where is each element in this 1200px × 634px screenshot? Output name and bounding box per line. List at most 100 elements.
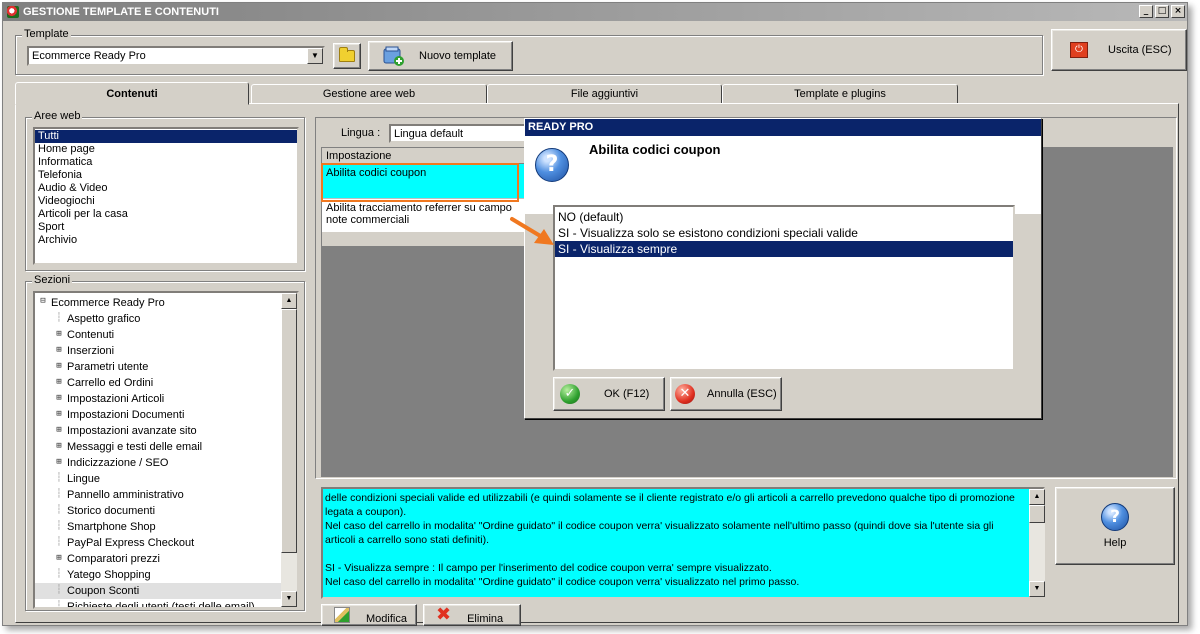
grid-row-tracciamento-referrer[interactable]: Abilita tracciamento referrer su campo n… bbox=[322, 198, 524, 232]
tree-item[interactable]: ⊞ Contenuti bbox=[35, 327, 283, 343]
expand-icon[interactable]: ⊞ bbox=[55, 410, 63, 419]
tree-item[interactable]: ┆ Lingue bbox=[35, 471, 283, 487]
tree-item[interactable]: ⊞ Carrello ed Ordini bbox=[35, 375, 283, 391]
sezioni-tree[interactable]: ⊟ Ecommerce Ready Pro ┆ Aspetto grafico ⊞ C… bbox=[33, 291, 299, 609]
tree-item[interactable]: ⊞ Comparatori prezzi bbox=[35, 551, 283, 567]
tree-item[interactable]: ⊞ Impostazioni Articoli bbox=[35, 391, 283, 407]
aree-web-item[interactable]: Home page bbox=[35, 143, 297, 156]
pencil-icon bbox=[334, 607, 350, 623]
sezioni-scrollbar[interactable]: ▲ ▼ bbox=[281, 293, 297, 607]
aree-web-list[interactable]: Tutti Home page Informatica Telefonia Audio … bbox=[33, 127, 299, 265]
window-title: GESTIONE TEMPLATE E CONTENUTI bbox=[23, 6, 219, 18]
tree-item-label: PayPal Express Checkout bbox=[67, 537, 195, 549]
tree-item[interactable]: ⊞ Parametri utente bbox=[35, 359, 283, 375]
tree-line-icon: ┆ bbox=[56, 585, 62, 595]
aree-web-item[interactable]: Sport bbox=[35, 221, 297, 234]
help-button[interactable]: ? Help bbox=[1055, 487, 1175, 565]
tab-gestione-aree-web[interactable]: Gestione aree web bbox=[251, 84, 487, 104]
tree-item[interactable]: ⊞ Messaggi e testi delle email bbox=[35, 439, 283, 455]
tree-item[interactable]: ⊞ Impostazioni avanzate sito bbox=[35, 423, 283, 439]
lingua-select[interactable]: Lingua default bbox=[389, 124, 529, 143]
power-icon: ⏻ bbox=[1070, 42, 1088, 58]
lingua-label: Lingua : bbox=[341, 127, 381, 139]
dialog-option[interactable]: NO (default) bbox=[555, 209, 1013, 225]
template-select[interactable]: Ecommerce Ready Pro ▼ bbox=[27, 46, 325, 66]
aree-web-item[interactable]: Audio & Video bbox=[35, 182, 297, 195]
tab-template-e-plugins[interactable]: Template e plugins bbox=[722, 84, 958, 104]
tree-item[interactable]: ┆ Coupon Sconti bbox=[35, 583, 283, 599]
tab-contenuti[interactable]: Contenuti bbox=[15, 82, 249, 105]
expand-icon[interactable]: ⊞ bbox=[55, 442, 63, 451]
expand-icon[interactable]: ⊞ bbox=[55, 426, 63, 435]
tree-root[interactable]: ⊟ Ecommerce Ready Pro bbox=[35, 295, 283, 311]
tree-item-label: Lingue bbox=[67, 473, 101, 485]
question-icon: ? bbox=[535, 148, 569, 182]
tree-item[interactable]: ⊞ Inserzioni bbox=[35, 343, 283, 359]
scroll-up-arrow-icon[interactable]: ▲ bbox=[281, 293, 297, 309]
aree-web-item[interactable]: Telefonia bbox=[35, 169, 297, 182]
aree-web-item[interactable]: Articoli per la casa bbox=[35, 208, 297, 221]
cancel-label: Annulla (ESC) bbox=[707, 388, 777, 400]
tree-item[interactable]: ┆ Storico documenti bbox=[35, 503, 283, 519]
tree-item[interactable]: ┆ Smartphone Shop bbox=[35, 519, 283, 535]
new-template-button[interactable]: Nuovo template bbox=[368, 41, 513, 71]
expand-icon[interactable]: ⊞ bbox=[55, 330, 63, 339]
folder-icon bbox=[339, 47, 355, 62]
dialog-option[interactable]: SI - Visualizza sempre bbox=[555, 241, 1013, 257]
tree-line-icon: ┆ bbox=[56, 569, 62, 579]
tree-line-icon: ┆ bbox=[56, 505, 62, 515]
aree-web-item[interactable]: Videogiochi bbox=[35, 195, 297, 208]
expand-icon[interactable]: ⊞ bbox=[55, 458, 63, 467]
scroll-thumb[interactable] bbox=[281, 309, 297, 553]
exit-button[interactable]: ⏻ Uscita (ESC) bbox=[1051, 29, 1187, 71]
description-line: delle condizioni speciali valide ed util… bbox=[325, 492, 1015, 518]
coupon-dialog: READY PRO ? Abilita codici coupon NO (de… bbox=[524, 118, 1042, 419]
collapse-icon[interactable]: ⊟ bbox=[39, 297, 47, 306]
aree-web-item[interactable]: Informatica bbox=[35, 156, 297, 169]
expand-icon[interactable]: ⊞ bbox=[55, 378, 63, 387]
tree-item-label: Messaggi e testi delle email bbox=[67, 441, 203, 453]
open-folder-button[interactable] bbox=[333, 43, 361, 69]
chevron-down-icon[interactable]: ▼ bbox=[307, 48, 323, 64]
tree-item[interactable]: ┆ Yatego Shopping bbox=[35, 567, 283, 583]
tree-item[interactable]: ┆ Richieste degli utenti (testi delle ema… bbox=[35, 599, 283, 609]
ok-button[interactable]: ✓ OK (F12) bbox=[553, 377, 665, 411]
tree-item[interactable]: ⊞ Impostazioni Documenti bbox=[35, 407, 283, 423]
expand-icon[interactable]: ⊞ bbox=[55, 554, 63, 563]
desc-scroll-thumb[interactable] bbox=[1029, 505, 1045, 523]
tab-strip: Contenuti Gestione aree web File aggiunt… bbox=[15, 82, 1175, 105]
tree-item[interactable]: ⊞ Indicizzazione / SEO bbox=[35, 455, 283, 471]
expand-icon[interactable]: ⊞ bbox=[55, 362, 63, 371]
tab-file-aggiuntivi[interactable]: File aggiuntivi bbox=[487, 84, 722, 104]
desc-scroll-down-icon[interactable]: ▼ bbox=[1029, 581, 1045, 597]
tree-item[interactable]: ┆ Aspetto grafico bbox=[35, 311, 283, 327]
dialog-title: READY PRO bbox=[525, 119, 1041, 136]
tree-item-label: Richieste degli utenti (testi delle emai… bbox=[67, 601, 255, 609]
tree-item-label: Carrello ed Ordini bbox=[67, 377, 154, 389]
tree-line-icon: ┆ bbox=[56, 473, 62, 483]
expand-icon[interactable]: ⊞ bbox=[55, 346, 63, 355]
scroll-down-arrow-icon[interactable]: ▼ bbox=[281, 591, 297, 607]
dialog-options-list[interactable]: NO (default) SI - Visualizza solo se esis… bbox=[553, 205, 1015, 371]
aree-web-item[interactable]: Archivio bbox=[35, 234, 297, 247]
desc-scroll-up-icon[interactable]: ▲ bbox=[1029, 489, 1045, 505]
expand-icon[interactable]: ⊞ bbox=[55, 394, 63, 403]
close-button[interactable]: × bbox=[1171, 5, 1185, 18]
maximize-button[interactable]: □ bbox=[1155, 5, 1169, 18]
modify-button[interactable]: Modifica bbox=[321, 604, 417, 626]
aree-web-item[interactable]: Tutti bbox=[35, 130, 297, 143]
grid-header: Impostazione bbox=[322, 148, 524, 164]
description-scrollbar[interactable]: ▲ ▼ bbox=[1029, 489, 1045, 597]
template-group-label: Template bbox=[22, 28, 71, 40]
minimize-button[interactable]: _ bbox=[1139, 5, 1153, 18]
delete-button[interactable]: ✖ Elimina bbox=[423, 604, 521, 626]
tree-item[interactable]: ┆ Pannello amministrativo bbox=[35, 487, 283, 503]
tree-item-label: Aspetto grafico bbox=[67, 313, 141, 325]
tree-item[interactable]: ┆ PayPal Express Checkout bbox=[35, 535, 283, 551]
dialog-option[interactable]: SI - Visualizza solo se esistono condizi… bbox=[555, 225, 1013, 241]
tree-line-icon: ┆ bbox=[56, 313, 62, 323]
check-icon: ✓ bbox=[560, 384, 580, 404]
dialog-question: Abilita codici coupon bbox=[589, 142, 721, 157]
cancel-button[interactable]: ✕ Annulla (ESC) bbox=[670, 377, 782, 411]
title-bar: GESTIONE TEMPLATE E CONTENUTI _ □ × bbox=[3, 3, 1187, 21]
